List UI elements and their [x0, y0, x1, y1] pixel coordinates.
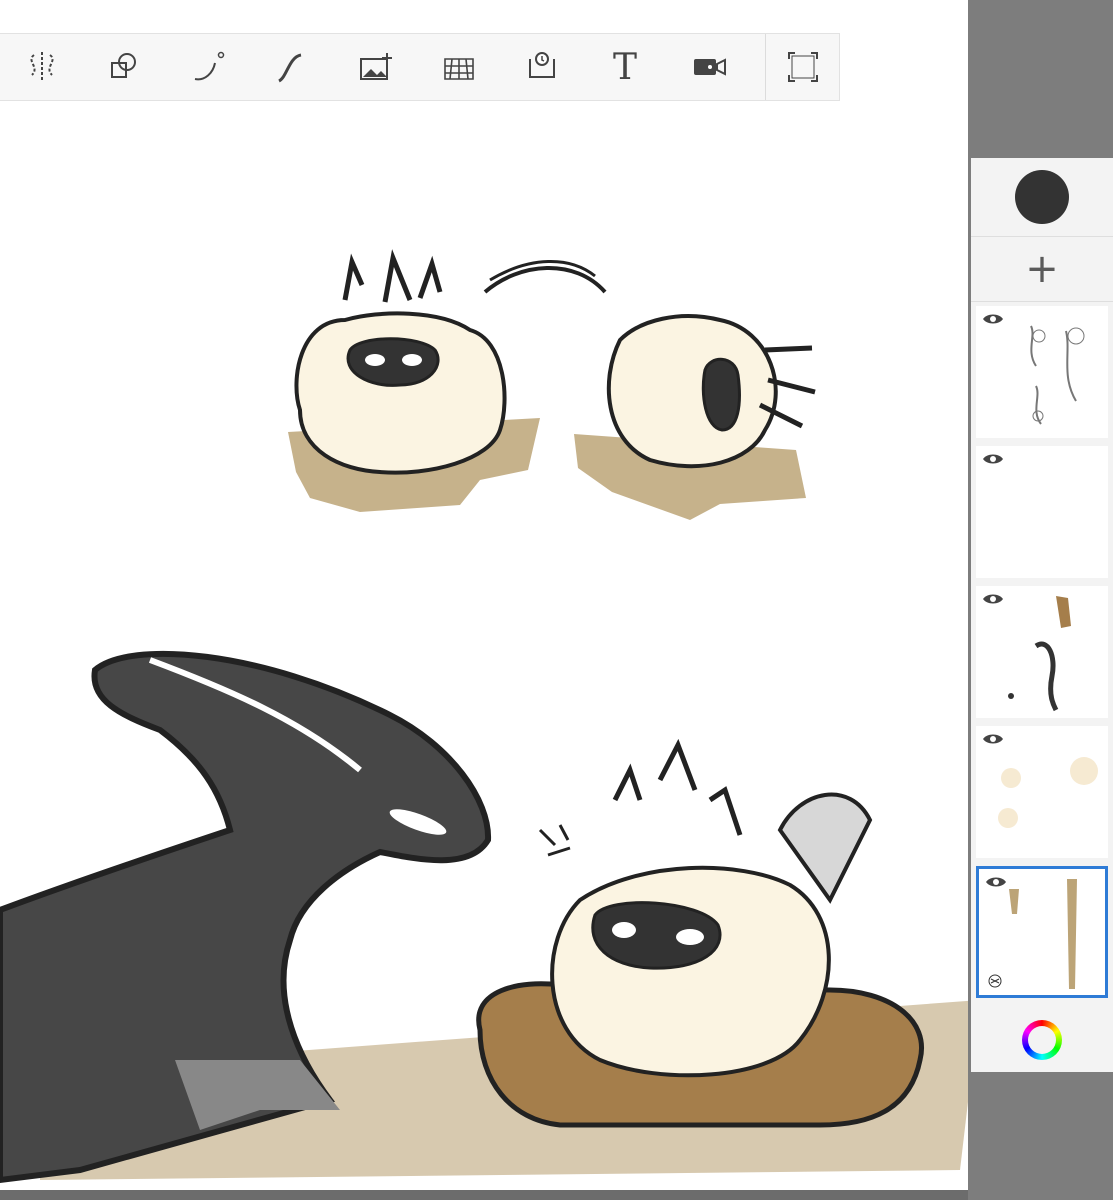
- visibility-eye-icon[interactable]: [982, 312, 1004, 326]
- layer-thumbnail-2[interactable]: [976, 446, 1108, 578]
- current-color-swatch[interactable]: [1015, 170, 1069, 224]
- layer-thumbnail-1[interactable]: [976, 306, 1108, 438]
- timelapse-icon[interactable]: [519, 44, 565, 90]
- curve-icon[interactable]: [186, 44, 232, 90]
- visibility-eye-icon[interactable]: [982, 592, 1004, 606]
- layer-thumbnail-3[interactable]: [976, 586, 1108, 718]
- visibility-eye-icon[interactable]: [982, 452, 1004, 466]
- symmetry-icon[interactable]: [19, 44, 65, 90]
- color-wheel-button[interactable]: [971, 1008, 1113, 1072]
- french-curve-icon[interactable]: [268, 44, 314, 90]
- fullscreen-icon[interactable]: [780, 44, 826, 90]
- shape-icon[interactable]: [101, 44, 147, 90]
- artwork: [0, 249, 968, 1184]
- toolbar-divider: [765, 34, 766, 100]
- layer-thumbnail-5[interactable]: [976, 866, 1108, 998]
- visibility-eye-icon[interactable]: [985, 875, 1007, 889]
- add-layer-button[interactable]: +: [971, 237, 1113, 302]
- text-tool-label: T: [612, 46, 637, 88]
- add-image-icon[interactable]: [352, 44, 398, 90]
- drawing-canvas[interactable]: T: [0, 0, 968, 1190]
- canvas-edge: [0, 1190, 968, 1200]
- color-wheel-icon[interactable]: [1022, 1020, 1062, 1060]
- current-color-well[interactable]: [971, 158, 1113, 237]
- video-icon[interactable]: [686, 44, 732, 90]
- text-icon[interactable]: T: [602, 44, 648, 90]
- fluff-ball-left: [294, 249, 507, 475]
- layers-panel: +: [971, 158, 1113, 1072]
- fluff-ball-right: [606, 314, 816, 469]
- visibility-eye-icon[interactable]: [982, 732, 1004, 746]
- layer-thumbnail-4[interactable]: [976, 726, 1108, 858]
- perspective-grid-icon[interactable]: [436, 44, 482, 90]
- tool-bar: T: [0, 33, 840, 101]
